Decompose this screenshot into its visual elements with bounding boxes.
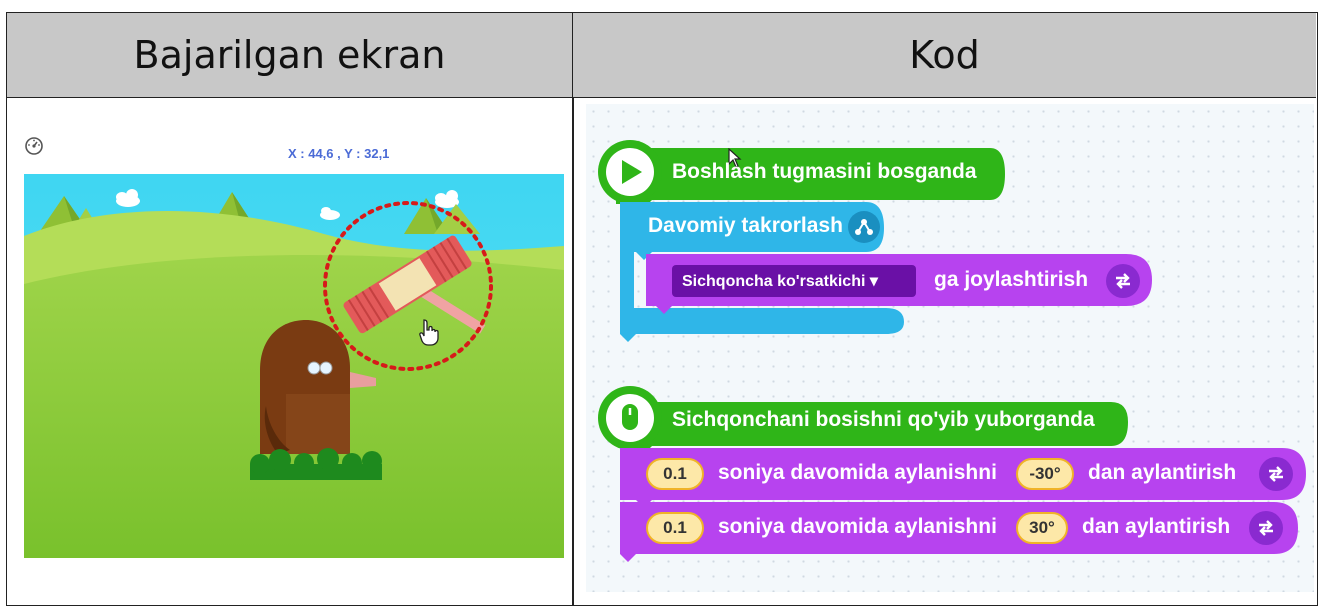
seconds-input[interactable]: 0.1 [646, 458, 704, 490]
code-editor-canvas[interactable]: Boshlash tugmasini bosganda Davomiy takr… [586, 104, 1314, 592]
mouse-block-label[interactable]: Sichqonchani bosishni qo'yib yuborganda [672, 408, 1095, 432]
angle-input[interactable]: -30° [1016, 458, 1074, 490]
angle-input[interactable]: 30° [1016, 512, 1068, 544]
header-code: Kod [573, 13, 1316, 98]
move-arrows-icon[interactable] [1266, 464, 1286, 484]
move-arrows-icon[interactable] [1256, 518, 1276, 538]
loop-icon[interactable] [852, 215, 876, 239]
rotate-block-suffix[interactable]: dan aylantirish [1082, 515, 1230, 539]
header-executed-screen: Bajarilgan ekran [7, 13, 573, 98]
move-arrows-icon[interactable] [1113, 271, 1133, 291]
start-block-label[interactable]: Boshlash tugmasini bosganda [672, 160, 977, 184]
seconds-input[interactable]: 0.1 [646, 512, 704, 544]
column-divider [572, 98, 574, 606]
speedometer-icon[interactable] [24, 135, 44, 155]
mouse-coordinates: X : 44,6 , Y : 32,1 [288, 146, 390, 161]
rotate-block-suffix[interactable]: dan aylantirish [1088, 461, 1236, 485]
mouse-pointer-dropdown[interactable]: Sichqoncha ko'rsatkichi ▾ [672, 265, 916, 297]
repeat-block-label[interactable]: Davomiy takrorlash [648, 214, 843, 238]
rotate-block-text[interactable]: soniya davomida aylanishni [718, 515, 997, 539]
game-stage[interactable] [24, 174, 564, 558]
rotate-block-text[interactable]: soniya davomida aylanishni [718, 461, 997, 485]
mouse-icon [622, 404, 638, 430]
stage-scene [24, 174, 564, 558]
move-block-label[interactable]: ga joylashtirish [934, 268, 1088, 292]
